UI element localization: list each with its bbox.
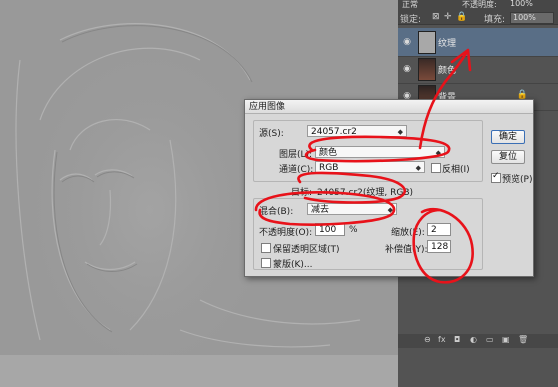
opacity-value[interactable]: 100% bbox=[510, 0, 533, 8]
layer-label: 图层(L): bbox=[279, 150, 313, 160]
opacity-input[interactable]: 100 bbox=[315, 223, 345, 236]
invert-label: 反相(I) bbox=[442, 165, 470, 175]
scale-label: 缩放(E): bbox=[391, 228, 425, 238]
preserve-transparency-checkbox[interactable] bbox=[261, 243, 271, 253]
opacity-label: 不透明度: bbox=[462, 0, 497, 9]
channel-select[interactable]: RGB ◆ bbox=[315, 161, 425, 173]
chevron-down-icon: ◆ bbox=[435, 149, 441, 157]
offset-label: 补偿值(Y): bbox=[385, 245, 428, 255]
preview-label: 预览(P) bbox=[502, 175, 533, 185]
channel-label: 通道(C): bbox=[279, 165, 314, 175]
chevron-down-icon: ◆ bbox=[387, 206, 393, 214]
canvas-lower-area bbox=[0, 355, 398, 387]
dialog-title: 应用图像 bbox=[245, 100, 533, 114]
chevron-down-icon: ◆ bbox=[397, 128, 403, 136]
visibility-eye-icon[interactable]: ◉ bbox=[401, 64, 413, 74]
lock-pixels-icon[interactable]: ⊠ bbox=[432, 12, 440, 22]
channel-value: RGB bbox=[319, 163, 339, 173]
layer-name: 颜色 bbox=[438, 66, 457, 76]
scale-input[interactable]: 2 bbox=[427, 223, 451, 236]
source-value: 24057.cr2 bbox=[311, 127, 357, 137]
blend-mode-select[interactable]: 正常 bbox=[402, 0, 418, 10]
preserve-transparency-label: 保留透明区域(T) bbox=[273, 245, 340, 255]
reset-button[interactable]: 复位 bbox=[491, 150, 525, 164]
group-icon[interactable]: ▭ bbox=[486, 335, 494, 344]
target-label: 目标: bbox=[291, 188, 313, 198]
blending-value: 减去 bbox=[311, 205, 330, 215]
lock-row: 锁定: ⊠ ✛ 🔒 填充: 100% bbox=[398, 12, 558, 26]
blending-select[interactable]: 减去 ◆ bbox=[307, 203, 397, 215]
mask-label: 蒙版(K)... bbox=[273, 260, 313, 270]
opacity-label: 不透明度(O): bbox=[259, 228, 313, 238]
invert-checkbox[interactable] bbox=[431, 163, 441, 173]
ok-button[interactable]: 确定 bbox=[491, 130, 525, 144]
layer-row-color[interactable]: ◉ 颜色 bbox=[398, 55, 558, 84]
opacity-unit: % bbox=[349, 225, 358, 235]
offset-input[interactable]: 128 bbox=[427, 240, 451, 253]
source-label: 源(S): bbox=[259, 129, 284, 139]
layer-thumbnail bbox=[418, 58, 436, 81]
trash-icon[interactable]: 🗑 bbox=[518, 335, 528, 344]
preview-checkbox[interactable] bbox=[491, 171, 501, 183]
source-select[interactable]: 24057.cr2 ◆ bbox=[307, 125, 407, 137]
mask-icon[interactable]: ◘ bbox=[454, 335, 460, 344]
layer-select[interactable]: 颜色 ◆ bbox=[315, 146, 445, 158]
layers-panel-footer: ⊖ fx ◘ ◐ ▭ ▣ 🗑 bbox=[398, 334, 558, 348]
target-value: 24057.cr2(纹理, RGB) bbox=[317, 188, 414, 198]
layer-name: 纹理 bbox=[438, 39, 457, 49]
lock-label: 锁定: bbox=[400, 15, 422, 25]
layer-row-texture[interactable]: ◉ 纹理 bbox=[398, 28, 558, 57]
lock-all-icon[interactable]: 🔒 bbox=[456, 12, 467, 22]
layer-value: 颜色 bbox=[319, 148, 338, 158]
new-layer-icon[interactable]: ▣ bbox=[502, 335, 510, 344]
adjustment-icon[interactable]: ◐ bbox=[470, 335, 477, 344]
blending-label: 混合(B): bbox=[259, 207, 294, 217]
fill-input[interactable]: 100% bbox=[510, 12, 554, 24]
fx-icon[interactable]: fx bbox=[438, 335, 446, 344]
fill-label: 填充: bbox=[484, 15, 506, 25]
layer-thumbnail bbox=[418, 31, 436, 54]
chevron-down-icon: ◆ bbox=[415, 164, 421, 172]
mask-checkbox[interactable] bbox=[261, 258, 271, 268]
visibility-eye-icon[interactable]: ◉ bbox=[401, 37, 413, 47]
apply-image-dialog: 应用图像 源(S): 24057.cr2 ◆ 图层(L): 颜色 ◆ 通道(C)… bbox=[244, 99, 534, 277]
link-icon[interactable]: ⊖ bbox=[424, 335, 431, 344]
lock-position-icon[interactable]: ✛ bbox=[444, 12, 452, 22]
